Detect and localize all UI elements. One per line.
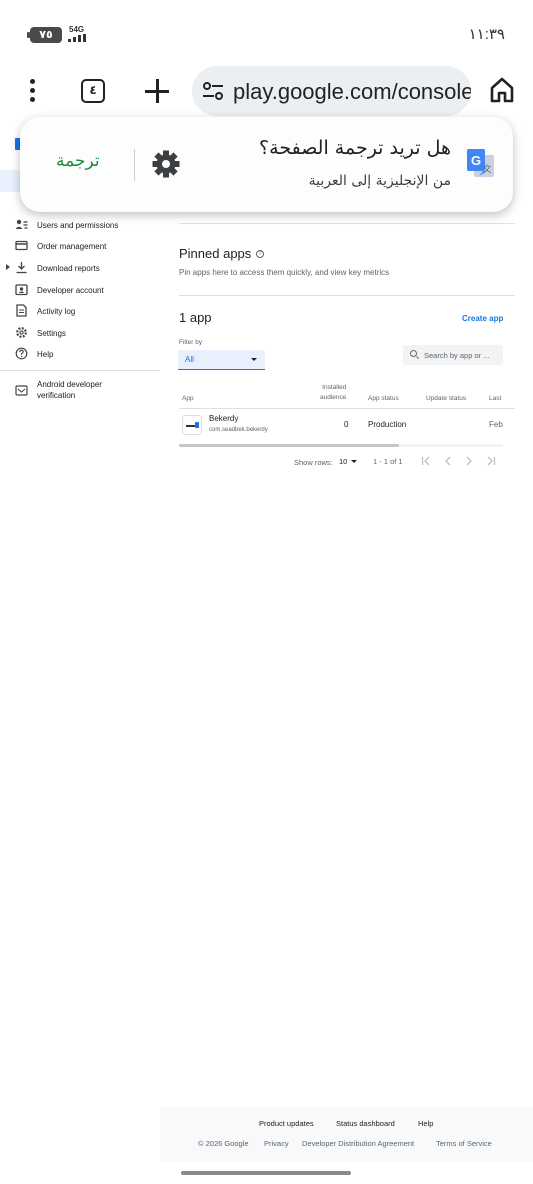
footer-link-status-dashboard[interactable]: Status dashboard [336, 1119, 395, 1128]
account-icon [15, 284, 28, 296]
popup-divider [134, 149, 135, 181]
column-header-update-status[interactable]: Update status [426, 394, 466, 404]
sidebar-item-developer-account[interactable]: Developer account [0, 280, 160, 300]
users-icon [15, 219, 28, 229]
browser-toolbar: ٤ play.google.com/console [0, 62, 533, 122]
filter-label: Filter by [179, 339, 203, 346]
gear-icon [16, 327, 27, 338]
first-page-icon[interactable] [420, 455, 432, 467]
dropdown-caret-icon [251, 358, 257, 361]
sidebar-item-reports[interactable]: Download reports [0, 258, 160, 278]
network-type: 54G [69, 25, 85, 34]
last-page-icon[interactable] [485, 455, 497, 467]
show-rows-label: Show rows: [294, 458, 333, 467]
table-scrollbar-thumb[interactable] [179, 444, 399, 447]
translate-settings-gear-icon[interactable] [151, 149, 181, 179]
app-search-input[interactable]: Search by app or ... [403, 345, 503, 365]
status-bar: ٧٥ 54G ١١:٣٩ [0, 0, 533, 62]
installed-audience-value: 0 [344, 420, 349, 429]
last-updated-value: Feb [489, 420, 503, 429]
sidebar-item-settings[interactable]: Settings [0, 323, 160, 343]
play-console-page: Users and permissions Order management D… [0, 122, 533, 1162]
footer-copyright: © 2026 Google [198, 1139, 249, 1148]
google-translate-icon: G 文 [467, 149, 494, 177]
tab-switcher-button[interactable]: ٤ [81, 79, 105, 103]
app-package: com.seadbek.bekerdy [209, 427, 268, 433]
footer-link-distribution-agreement[interactable]: Developer Distribution Agreement [302, 1139, 414, 1148]
apps-count-heading: 1 app [179, 310, 212, 325]
sidebar-item-help[interactable]: Help [0, 344, 160, 364]
search-placeholder: Search by app or ... [424, 351, 490, 360]
clock: ١١:٣٩ [468, 26, 505, 43]
footer-link-help[interactable]: Help [418, 1119, 433, 1128]
sidebar-item-activity-log[interactable]: Activity log [0, 301, 160, 321]
signal-icon: 54G [68, 25, 92, 43]
battery-indicator: ٧٥ [27, 27, 62, 43]
help-icon [15, 347, 28, 360]
more-menu-icon[interactable] [22, 79, 42, 105]
url-text[interactable]: play.google.com/console [233, 79, 471, 105]
dropdown-caret-icon[interactable] [351, 460, 357, 463]
download-icon [16, 262, 27, 274]
app-status-value: Production [368, 420, 407, 429]
sidebar: Users and permissions Order management D… [0, 122, 160, 1112]
svg-text:G: G [471, 153, 481, 168]
translate-button[interactable]: ترجمة [56, 151, 100, 171]
create-app-button[interactable]: Create app [462, 314, 503, 323]
sidebar-active-item[interactable] [0, 170, 20, 192]
log-icon [16, 304, 27, 317]
address-bar[interactable]: play.google.com/console [192, 66, 471, 116]
section-divider [179, 295, 515, 296]
svg-text:文: 文 [482, 163, 491, 175]
sidebar-item-users[interactable]: Users and permissions [0, 215, 160, 235]
pinned-apps-title: Pinned apps [179, 246, 252, 261]
pinned-apps-description: Pin apps here to access them quickly, an… [179, 268, 390, 277]
next-page-icon[interactable] [463, 455, 475, 467]
verification-icon [15, 385, 28, 396]
pagination-range: 1 - 1 of 1 [373, 457, 403, 466]
footer-link-product-updates[interactable]: Product updates [259, 1119, 314, 1128]
section-divider [179, 223, 515, 224]
site-settings-icon[interactable] [202, 81, 224, 101]
filter-dropdown[interactable]: All [178, 350, 265, 370]
translate-popup: G 文 هل تريد ترجمة الصفحة؟ من الإنجليزية … [20, 117, 513, 212]
column-header-installed[interactable]: Installed audience [320, 383, 346, 403]
translate-prompt-title: هل تريد ترجمة الصفحة؟ [259, 137, 451, 159]
home-icon[interactable] [489, 76, 515, 104]
footer-link-privacy[interactable]: Privacy [264, 1139, 289, 1148]
gesture-handle[interactable] [181, 1171, 351, 1175]
app-icon [182, 415, 202, 435]
search-icon [410, 350, 417, 357]
column-header-app-status[interactable]: App status [368, 394, 399, 404]
sidebar-item-orders[interactable]: Order management [0, 236, 160, 256]
help-circle-icon[interactable]: ? [256, 250, 264, 258]
page-footer: Product updates Status dashboard Help © … [160, 1107, 533, 1162]
new-tab-button[interactable] [145, 78, 171, 104]
sidebar-item-android-verification[interactable]: Android developer verification [0, 379, 160, 403]
card-icon [15, 240, 28, 251]
previous-page-icon[interactable] [442, 455, 454, 467]
rows-per-page-select[interactable]: 10 [339, 457, 347, 466]
app-name[interactable]: Bekerdy [209, 414, 238, 423]
column-header-app[interactable]: App [182, 394, 194, 404]
translate-language-pair[interactable]: من الإنجليزية إلى العربية [309, 173, 451, 189]
sidebar-divider [0, 370, 160, 371]
footer-link-terms[interactable]: Terms of Service [436, 1139, 492, 1148]
table-header-divider [179, 408, 515, 409]
column-header-last[interactable]: Last [489, 394, 501, 404]
expand-caret-icon[interactable] [6, 264, 10, 270]
filter-value: All [185, 355, 194, 364]
